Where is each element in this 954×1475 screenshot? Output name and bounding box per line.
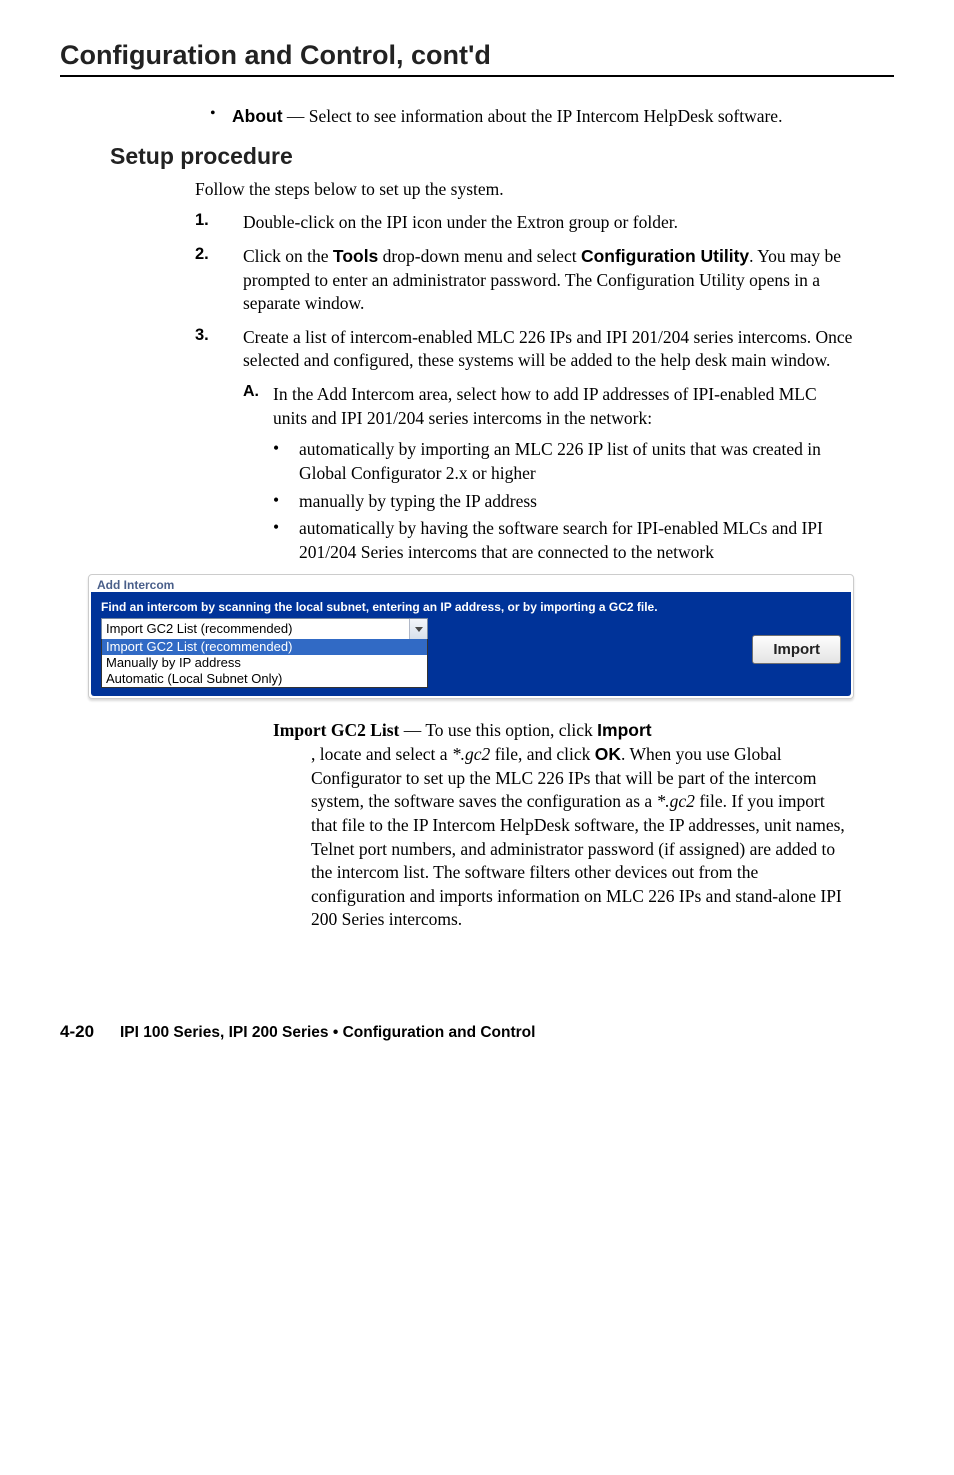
- step-2-config-utility: Configuration Utility: [581, 246, 749, 266]
- footer-text: IPI 100 Series, IPI 200 Series • Configu…: [120, 1024, 535, 1042]
- sub-bullet-2-text: manually by typing the IP address: [299, 490, 854, 514]
- page-number: 4-20: [60, 1022, 120, 1042]
- dropdown-option[interactable]: Automatic (Local Subnet Only): [102, 671, 427, 687]
- dropdown-selected: Import GC2 List (recommended): [102, 619, 409, 639]
- step-1: 1. Double-click on the IPI icon under th…: [195, 211, 854, 235]
- def-dash: — To use this option, click: [399, 720, 597, 740]
- step-3a: A. In the Add Intercom area, select how …: [243, 383, 854, 430]
- def-import-action: Import: [597, 720, 651, 740]
- def-mid2: file, and click: [490, 744, 594, 764]
- sub-bullet-3-text: automatically by having the software sea…: [299, 517, 854, 564]
- page-footer: 4-20 IPI 100 Series, IPI 200 Series • Co…: [0, 1022, 954, 1062]
- bullet-dot: •: [273, 438, 299, 485]
- method-dropdown[interactable]: Import GC2 List (recommended): [101, 618, 428, 640]
- bullet-dot: •: [273, 517, 299, 564]
- step-3a-text: In the Add Intercom area, select how to …: [273, 383, 854, 430]
- groupbox-label: Add Intercom: [91, 577, 851, 592]
- step-3a-letter: A.: [243, 383, 273, 430]
- blue-panel: Find an intercom by scanning the local s…: [91, 592, 851, 696]
- step-2-mid: drop-down menu and select: [378, 246, 581, 266]
- sub-bullet-1: • automatically by importing an MLC 226 …: [273, 438, 854, 485]
- about-text: — Select to see information about the IP…: [283, 106, 783, 126]
- def-ok-action: OK: [595, 744, 621, 764]
- def-mid1: , locate and select a: [311, 744, 452, 764]
- step-3: 3. Create a list of intercom-enabled MLC…: [195, 326, 854, 373]
- step-1-number: 1.: [195, 211, 243, 235]
- page-header: Configuration and Control, cont'd: [60, 40, 894, 71]
- step-3-number: 3.: [195, 326, 243, 373]
- dropdown-list: Import GC2 List (recommended) Manually b…: [101, 639, 428, 688]
- sub-bullet-1-text: automatically by importing an MLC 226 IP…: [299, 438, 854, 485]
- chevron-down-icon[interactable]: [409, 619, 427, 639]
- dropdown-option[interactable]: Manually by IP address: [102, 655, 427, 671]
- setup-procedure-heading: Setup procedure: [110, 143, 894, 170]
- intro-text: Follow the steps below to set up the sys…: [195, 178, 854, 202]
- import-gc2-definition: Import GC2 List — To use this option, cl…: [273, 719, 854, 932]
- def-file2: *.gc2: [657, 791, 695, 811]
- def-term: Import GC2 List: [273, 720, 399, 740]
- step-1-text: Double-click on the IPI icon under the E…: [243, 211, 854, 235]
- step-2: 2. Click on the Tools drop-down menu and…: [195, 245, 854, 316]
- sub-bullet-3: • automatically by having the software s…: [273, 517, 854, 564]
- step-2-number: 2.: [195, 245, 243, 316]
- header-rule: [60, 75, 894, 77]
- sub-bullet-2: • manually by typing the IP address: [273, 490, 854, 514]
- bullet-about: • About — Select to see information abou…: [210, 105, 854, 129]
- dropdown-option[interactable]: Import GC2 List (recommended): [102, 639, 427, 655]
- about-label: About: [232, 106, 283, 126]
- bullet-dot: •: [210, 105, 232, 129]
- import-button[interactable]: Import: [752, 635, 841, 664]
- step-2-pre: Click on the: [243, 246, 333, 266]
- step-3-text: Create a list of intercom-enabled MLC 22…: [243, 326, 854, 373]
- step-2-tools: Tools: [333, 246, 378, 266]
- bullet-dot: •: [273, 490, 299, 514]
- add-intercom-screenshot: Add Intercom Find an intercom by scannin…: [88, 574, 854, 699]
- def-body2: file. If you import that file to the IP …: [311, 791, 845, 929]
- def-file: *.gc2: [452, 744, 490, 764]
- panel-prompt: Find an intercom by scanning the local s…: [101, 600, 742, 614]
